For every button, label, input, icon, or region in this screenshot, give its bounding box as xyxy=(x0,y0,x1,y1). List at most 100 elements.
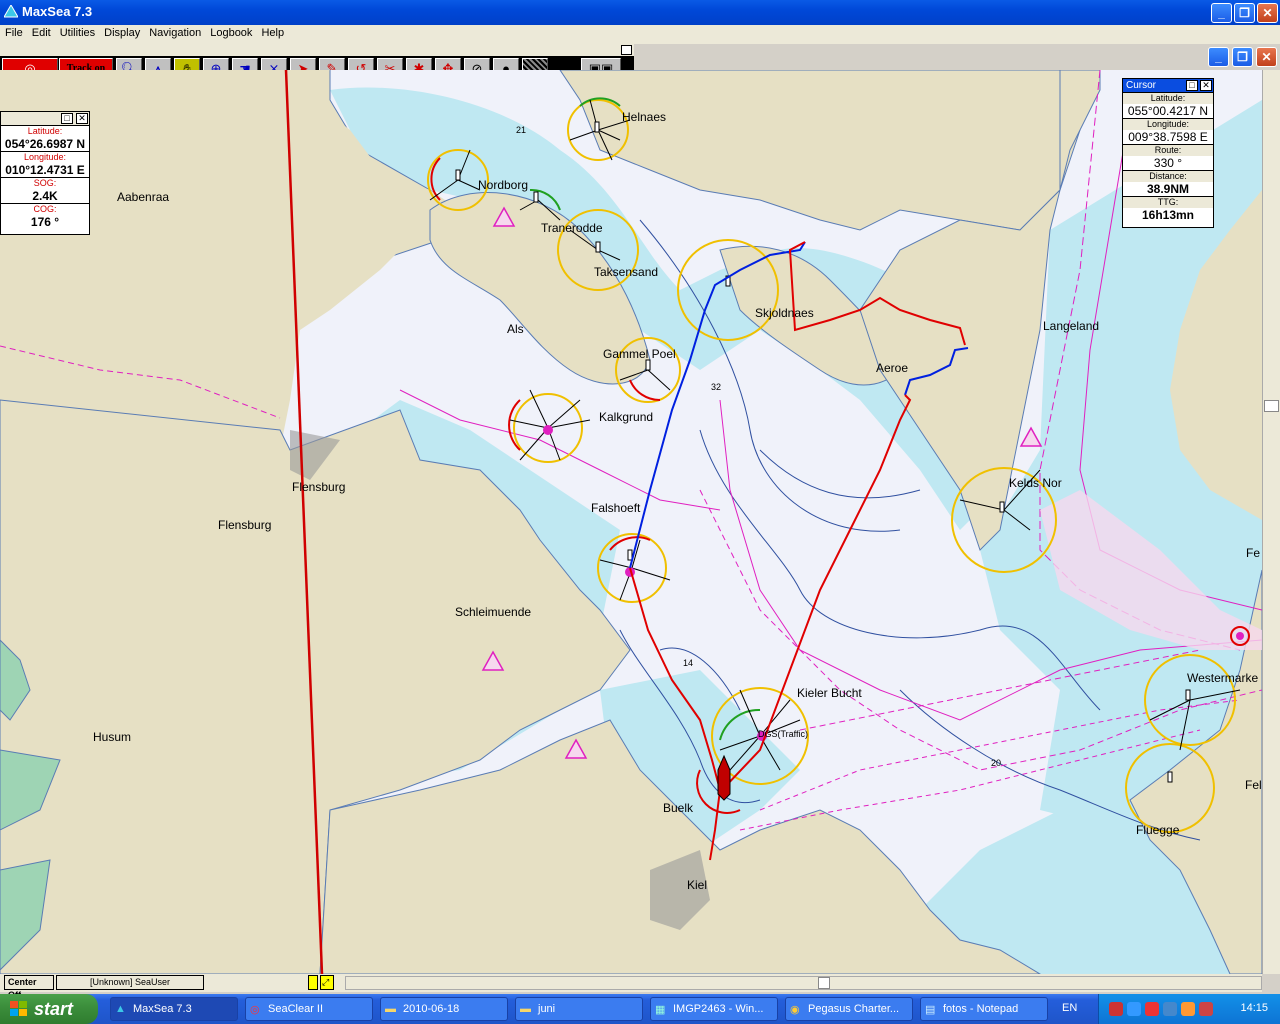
task-maxsea[interactable]: ▲ MaxSea 7.3 xyxy=(110,997,238,1021)
cog-value: 176 ° xyxy=(30,215,60,229)
maxsea-app-icon xyxy=(4,5,18,18)
place-label: Aeroe xyxy=(876,361,909,375)
cursor-longitude-label: Longitude: xyxy=(1123,119,1213,130)
distance-value: 38.9NM xyxy=(1123,182,1213,197)
vertical-scroll-thumb[interactable] xyxy=(1264,400,1279,412)
task-seaclear[interactable]: ◎ SeaClear II xyxy=(245,997,373,1021)
center-off-button[interactable]: Center Off xyxy=(4,975,54,1000)
chart-restore-button[interactable]: ❐ xyxy=(1232,47,1253,67)
maxsea-icon: ▲ xyxy=(115,1003,126,1015)
lifebuoy-icon: ◎ xyxy=(250,1004,260,1016)
menu-navigation[interactable]: Navigation xyxy=(144,25,205,39)
folder-icon: ▬ xyxy=(520,1003,531,1015)
chrome-icon: ◉ xyxy=(790,1004,800,1016)
cursor-panel-header[interactable]: Cursor □ ✕ xyxy=(1123,79,1213,93)
depth-label: 14 xyxy=(683,658,694,668)
distance-label: Distance: xyxy=(1123,171,1213,182)
cursor-panel: Cursor □ ✕ Latitude: 055°00.4217 N Longi… xyxy=(1122,78,1214,228)
task-label: SeaClear II xyxy=(268,1003,324,1015)
place-label: Kiel xyxy=(687,878,708,892)
language-indicator[interactable]: EN xyxy=(1062,1002,1077,1014)
user-status: [Unknown] SeaUser xyxy=(56,975,204,990)
chart-window-buttons: _ ❐ ✕ xyxy=(1206,47,1280,67)
sog-value: 2.4K xyxy=(1,189,89,204)
place-label: Aabenraa xyxy=(117,190,170,204)
cursor-longitude-value: 009°38.7598 E xyxy=(1123,130,1213,145)
place-label: Husum xyxy=(93,730,132,744)
place-label: Helnaes xyxy=(622,110,667,124)
task-folder-2010[interactable]: ▬ 2010-06-18 xyxy=(380,997,508,1021)
security-icon[interactable] xyxy=(1163,1002,1177,1016)
task-label: Pegasus Charter... xyxy=(808,1003,900,1015)
menu-edit[interactable]: Edit xyxy=(27,25,55,39)
cursor-panel-close-button[interactable]: ✕ xyxy=(1200,80,1212,91)
place-label: Schleimuende xyxy=(455,605,532,619)
nav-panel-close-button[interactable]: ✕ xyxy=(76,113,88,124)
cursor-panel-maximize-button[interactable]: □ xyxy=(1186,80,1198,91)
monitor-icon[interactable] xyxy=(1127,1002,1141,1016)
place-label: Fluegge xyxy=(1136,823,1180,837)
toolbar-pin-button[interactable] xyxy=(621,45,632,55)
nav-panel-header: □ ✕ xyxy=(1,112,89,126)
depth-label: 21 xyxy=(516,125,527,135)
task-image-viewer[interactable]: ▦ IMGP2463 - Win... xyxy=(650,997,778,1021)
place-label: Flensburg xyxy=(218,518,272,532)
place-label: Skjoldnaes xyxy=(755,306,814,320)
place-label: DGS(Traffic) xyxy=(758,729,809,739)
task-label: juni xyxy=(538,1003,556,1015)
place-label: Fe xyxy=(1246,546,1261,560)
network-icon[interactable] xyxy=(1109,1002,1123,1016)
place-label: Nordborg xyxy=(478,178,529,192)
longitude-value: 010°12.4731 E xyxy=(1,163,89,178)
menu-display[interactable]: Display xyxy=(99,25,144,39)
close-button[interactable]: ✕ xyxy=(1257,3,1278,23)
cursor-latitude-value: 055°00.4217 N xyxy=(1123,104,1213,119)
window-title: MaxSea 7.3 xyxy=(22,4,93,19)
route-label: Route: xyxy=(1123,145,1213,156)
menu-logbook[interactable]: Logbook xyxy=(205,25,256,39)
vertical-scrollbar[interactable] xyxy=(1262,70,1280,974)
task-label: MaxSea 7.3 xyxy=(133,1003,192,1015)
place-label: Buelk xyxy=(663,801,694,815)
nav-panel-maximize-button[interactable]: □ xyxy=(61,113,73,124)
notepad-icon: ▤ xyxy=(925,1004,936,1016)
latitude-label: Latitude: xyxy=(1,126,89,137)
restore-button[interactable]: ❐ xyxy=(1234,3,1255,23)
start-button[interactable]: start xyxy=(0,994,98,1024)
place-label: Flensburg xyxy=(292,480,346,494)
navigation-data-panel: □ ✕ Latitude: 054°26.6987 N Longitude: 0… xyxy=(0,111,90,235)
task-label: IMGP2463 - Win... xyxy=(673,1003,764,1015)
horizontal-scrollbar[interactable] xyxy=(345,976,1262,990)
route-value: 330 ° xyxy=(1123,156,1213,171)
cog-label: COG: xyxy=(1,204,89,215)
chart-graphics xyxy=(0,70,1262,974)
horizontal-scroll-thumb[interactable] xyxy=(818,977,830,989)
cursor-panel-title: Cursor xyxy=(1126,80,1157,91)
latitude-value: 054°26.6987 N xyxy=(1,137,89,152)
chart-minimize-button[interactable]: _ xyxy=(1208,47,1229,67)
menu-bar: File Edit Utilities Display Navigation Logboo… xyxy=(0,25,1280,44)
title-bar: MaxSea 7.3 _ ❐ ✕ xyxy=(0,0,1280,25)
folder-icon: ▬ xyxy=(385,1003,396,1015)
menu-file[interactable]: File xyxy=(0,25,27,39)
menu-help[interactable]: Help xyxy=(256,25,288,39)
signal-icon[interactable] xyxy=(1145,1002,1159,1016)
minimize-button[interactable]: _ xyxy=(1211,3,1232,23)
place-label: Gammel Poel xyxy=(603,347,676,361)
task-browser[interactable]: ◉ Pegasus Charter... xyxy=(785,997,913,1021)
task-folder-juni[interactable]: ▬ juni xyxy=(515,997,643,1021)
menu-utilities[interactable]: Utilities xyxy=(55,25,99,39)
nautical-chart[interactable]: Helnaes Aabenraa Nordborg Tranerodde Tak… xyxy=(0,70,1262,974)
link-icon[interactable]: ⤢ xyxy=(320,975,334,990)
taskbar: start ▲ MaxSea 7.3 ◎ SeaClear II ▬ 2010-06-… xyxy=(0,994,1280,1024)
chart-close-button[interactable]: ✕ xyxy=(1256,47,1277,67)
ttg-label: TTG: xyxy=(1123,197,1213,208)
antivirus-icon[interactable] xyxy=(1199,1002,1213,1016)
cursor-latitude-label: Latitude: xyxy=(1123,93,1213,104)
place-label: Kieler Bucht xyxy=(797,686,862,700)
update-icon[interactable] xyxy=(1181,1002,1195,1016)
place-label: Kelds Nor xyxy=(1009,476,1062,490)
task-notepad[interactable]: ▤ fotos - Notepad xyxy=(920,997,1048,1021)
task-label: 2010-06-18 xyxy=(403,1003,460,1015)
place-label: Taksensand xyxy=(594,265,659,279)
